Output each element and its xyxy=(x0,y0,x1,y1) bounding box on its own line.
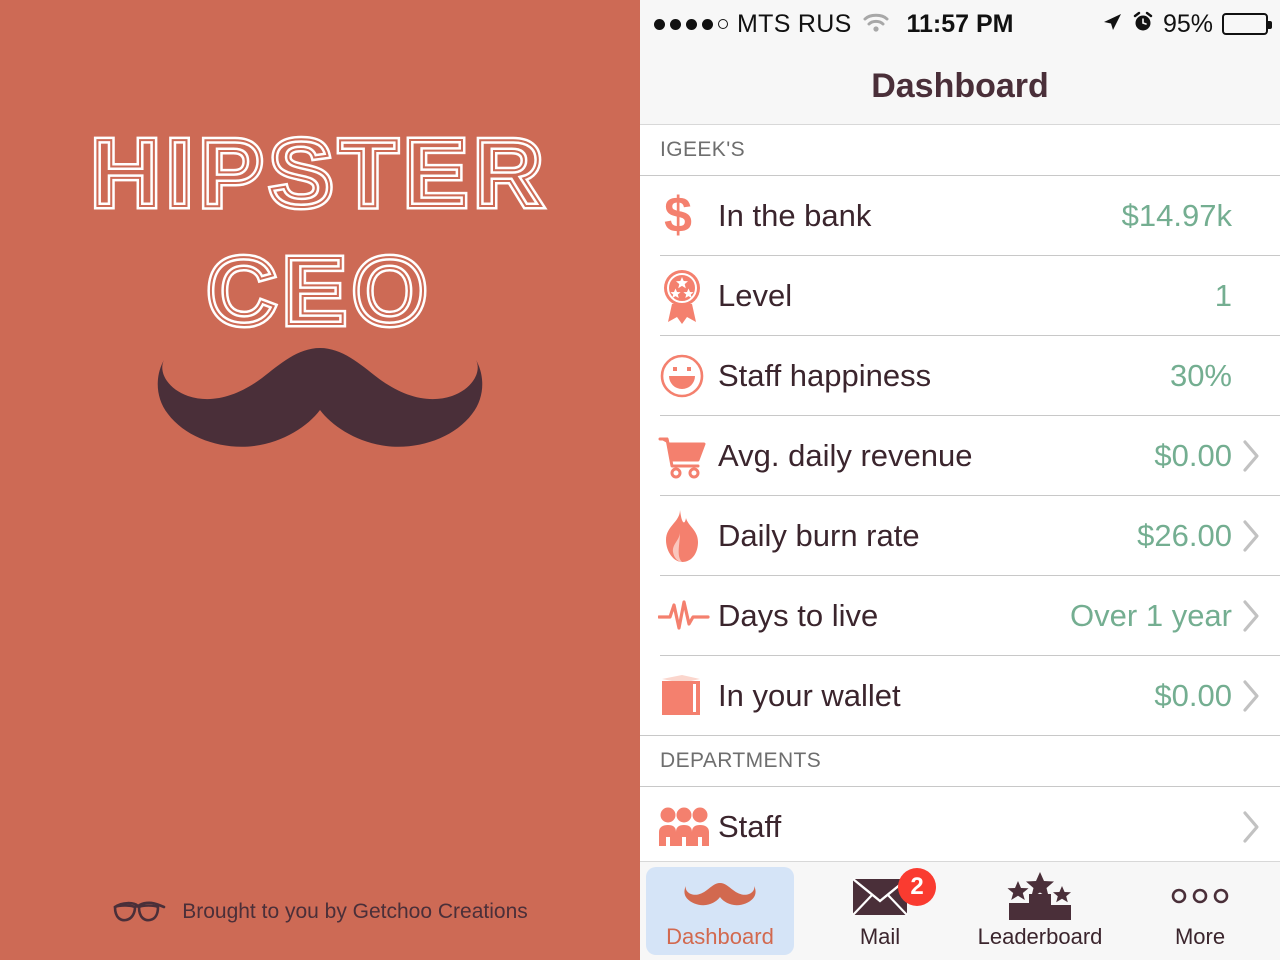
chevron-right-icon[interactable] xyxy=(1238,439,1264,473)
list-item-label: Staff xyxy=(718,809,782,844)
tab-more[interactable]: More xyxy=(1120,862,1280,960)
mail-unread-badge: 2 xyxy=(898,868,936,906)
list-item-value: $0.00 xyxy=(1154,438,1232,473)
tab-label: Dashboard xyxy=(666,924,774,949)
list-item-label: In your wallet xyxy=(718,678,901,713)
chevron-right-icon[interactable] xyxy=(1238,679,1264,713)
chevron-right-icon[interactable] xyxy=(1238,599,1264,633)
status-bar-right: 95% xyxy=(1101,9,1272,40)
brand-panel: HIPSTER HIPSTER CEO CEO Brought to you b… xyxy=(0,0,640,960)
list-item[interactable]: Level 1 xyxy=(640,256,1280,336)
battery-icon xyxy=(1222,13,1272,35)
award-ribbon-icon xyxy=(658,268,714,324)
list-item[interactable]: $ In the bank $14.97k xyxy=(640,176,1280,256)
logo-hipster-svg: HIPSTER HIPSTER xyxy=(87,117,549,231)
list-item-value: $0.00 xyxy=(1154,678,1232,713)
alarm-clock-icon xyxy=(1132,9,1154,40)
podium-stars-icon xyxy=(1001,872,1079,920)
list-item-label: Level xyxy=(718,278,793,313)
list-item[interactable]: Staff happiness 30% xyxy=(640,336,1280,416)
list-item-label: Days to live xyxy=(718,598,879,633)
tab-leaderboard[interactable]: Leaderboard xyxy=(960,862,1120,960)
svg-text:$: $ xyxy=(664,190,692,242)
three-circles-icon xyxy=(1165,872,1235,920)
list-item-value: 1 xyxy=(1214,278,1232,313)
tab-mail[interactable]: 2 Mail xyxy=(800,862,960,960)
list-item-value: $14.97k xyxy=(1121,198,1232,233)
dollar-sign-icon: $ xyxy=(658,190,714,242)
location-arrow-icon xyxy=(1101,9,1123,40)
mustache-logo-icon xyxy=(0,330,640,485)
section-header-departments: DEPARTMENTS xyxy=(640,736,1280,787)
page-title: Dashboard xyxy=(871,66,1049,105)
heartbeat-icon xyxy=(658,598,714,634)
navigation-bar: Dashboard xyxy=(640,48,1280,125)
tab-dashboard[interactable]: Dashboard xyxy=(640,862,800,960)
wallet-icon xyxy=(658,671,714,721)
app-logo: HIPSTER HIPSTER CEO CEO xyxy=(0,117,640,362)
list-item-value: Over 1 year xyxy=(1070,598,1232,633)
phone-viewport: MTS RUS 11:57 PM 95% Dashboard IGEEK'S $… xyxy=(640,0,1280,960)
flame-icon xyxy=(658,508,714,564)
svg-text:CEO: CEO xyxy=(207,238,433,345)
tab-bar: Dashboard 2 Mail Leaderboard More xyxy=(640,861,1280,960)
list-item[interactable]: Daily burn rate $26.00 xyxy=(640,496,1280,576)
tab-label: Leaderboard xyxy=(977,924,1103,949)
list-item-label: Daily burn rate xyxy=(718,518,920,553)
list-item-label: Avg. daily revenue xyxy=(718,438,973,473)
shopping-cart-icon xyxy=(658,433,714,479)
credit-line: Brought to you by Getchoo Creations xyxy=(0,898,640,930)
staff-people-icon xyxy=(658,806,714,848)
list-item-value: $26.00 xyxy=(1137,518,1232,553)
smiley-face-icon xyxy=(658,352,714,400)
svg-text:HIPSTER: HIPSTER xyxy=(91,120,549,227)
list-item-label: In the bank xyxy=(718,198,872,233)
list-item-value: 30% xyxy=(1169,358,1232,393)
mustache-icon xyxy=(676,872,764,920)
list-item[interactable]: In your wallet $0.00 xyxy=(640,656,1280,736)
section-header-igeeks: IGEEK'S xyxy=(640,125,1280,176)
battery-percent-label: 95% xyxy=(1162,9,1213,38)
list-item-label: Staff happiness xyxy=(718,358,932,393)
glasses-icon xyxy=(112,898,168,930)
list-item[interactable]: Avg. daily revenue $0.00 xyxy=(640,416,1280,496)
status-bar: MTS RUS 11:57 PM 95% xyxy=(640,0,1280,48)
credit-text: Brought to you by Getchoo Creations xyxy=(182,900,528,923)
list-item[interactable]: Days to live Over 1 year xyxy=(640,576,1280,656)
tab-label: Mail xyxy=(859,924,901,949)
dashboard-list: IGEEK'S $ In the bank $14.97k Level 1 St… xyxy=(640,125,1280,861)
tab-label: More xyxy=(1174,924,1226,949)
list-item[interactable]: Staff xyxy=(640,787,1280,861)
chevron-right-icon[interactable] xyxy=(1238,519,1264,553)
chevron-right-icon[interactable] xyxy=(1238,810,1264,844)
app-screen: HIPSTER HIPSTER CEO CEO Brought to you b… xyxy=(0,0,1280,960)
